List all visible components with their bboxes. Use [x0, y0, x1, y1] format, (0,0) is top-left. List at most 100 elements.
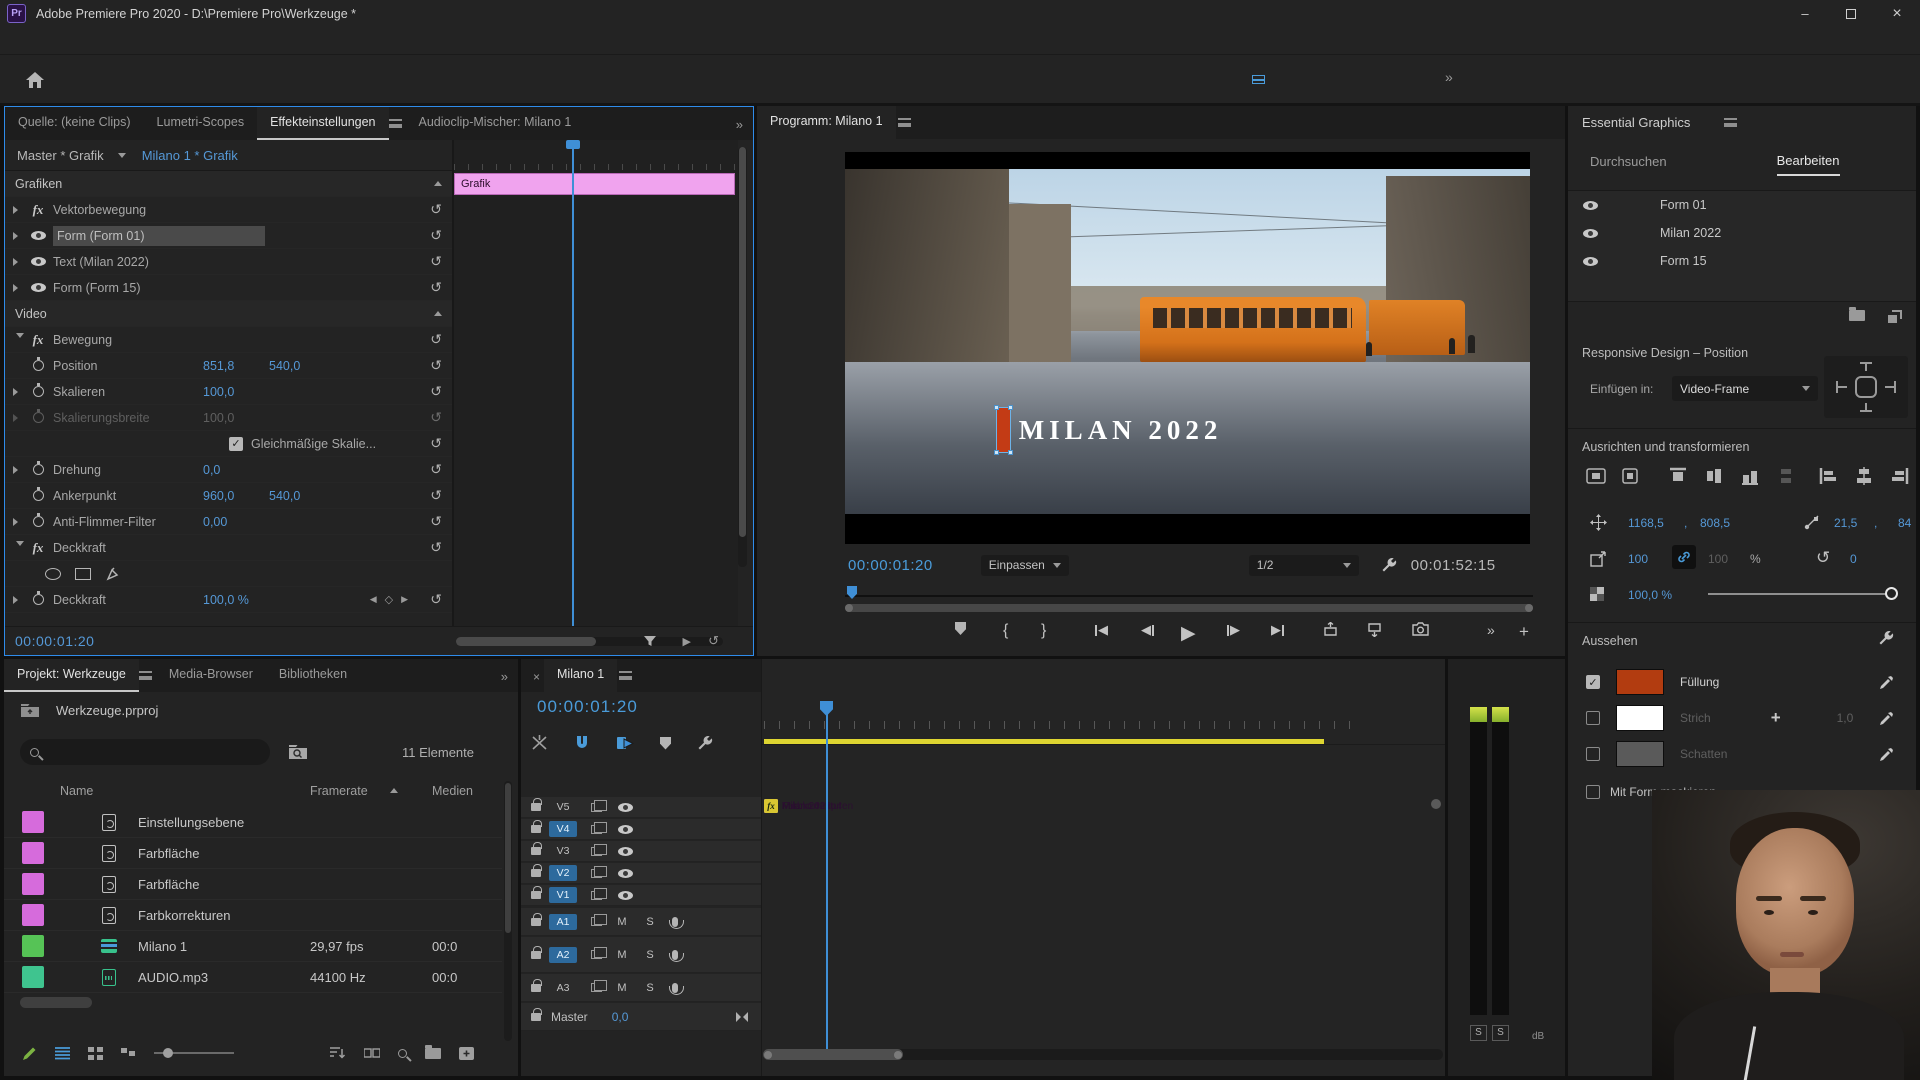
- timeline-ruler[interactable]: [762, 699, 1445, 745]
- source-patch-icon[interactable]: [591, 887, 607, 900]
- stopwatch-icon[interactable]: [32, 513, 44, 527]
- solo-right-button[interactable]: S: [1492, 1025, 1509, 1041]
- step-forward-icon[interactable]: ▶: [1227, 622, 1240, 638]
- project-item-row[interactable]: Farbfläche: [4, 838, 502, 869]
- lift-icon[interactable]: [1323, 622, 1338, 637]
- position-icon[interactable]: [1590, 514, 1607, 531]
- effect-vektorbewegung[interactable]: fx Vektorbewegung ↺: [5, 197, 452, 223]
- layer-visibility-icon[interactable]: [1582, 200, 1598, 210]
- reset-icon[interactable]: ↺: [430, 357, 442, 374]
- collapse-icon[interactable]: [434, 311, 442, 316]
- stopwatch-icon[interactable]: [32, 461, 44, 475]
- fit-dropdown[interactable]: Einpassen: [980, 554, 1069, 576]
- source-patch-icon[interactable]: [591, 980, 607, 992]
- search-input[interactable]: [20, 739, 270, 765]
- resolution-dropdown[interactable]: 1/2: [1248, 554, 1359, 576]
- label-color-swatch[interactable]: [22, 873, 44, 895]
- tab-program[interactable]: Programm: Milano 1: [757, 106, 896, 139]
- monitor-zoom-bar[interactable]: [845, 604, 1533, 612]
- twirl-icon[interactable]: [13, 595, 27, 604]
- folder-up-icon[interactable]: [20, 703, 40, 718]
- eg-anchor-y[interactable]: 84: [1898, 516, 1911, 530]
- program-scrubber[interactable]: [845, 586, 1533, 600]
- twirl-open-icon[interactable]: [16, 332, 24, 347]
- source-patch-icon[interactable]: [591, 947, 607, 959]
- reset-icon[interactable]: ↺: [430, 461, 442, 478]
- video-frame[interactable]: Milan 2022: [845, 152, 1530, 544]
- twirl-icon[interactable]: [13, 231, 27, 240]
- panel-title[interactable]: Essential Graphics: [1582, 115, 1690, 130]
- reset-icon[interactable]: ↺: [430, 227, 442, 244]
- scale-value[interactable]: 100,0: [203, 385, 269, 399]
- stopwatch-icon[interactable]: [32, 357, 44, 371]
- tab-source[interactable]: Quelle: (keine Clips): [5, 107, 144, 140]
- solo-button[interactable]: S: [642, 949, 658, 961]
- stopwatch-icon[interactable]: [32, 591, 44, 605]
- tab-lumetri-scopes[interactable]: Lumetri-Scopes: [144, 107, 258, 140]
- position-y-value[interactable]: 540,0: [269, 359, 335, 373]
- source-patch-icon[interactable]: [591, 843, 607, 856]
- search-in-bin-icon[interactable]: [288, 743, 308, 760]
- source-patch-icon[interactable]: [591, 865, 607, 878]
- reset-icon[interactable]: ↺: [430, 539, 442, 556]
- layer-visibility-icon[interactable]: [1582, 256, 1598, 266]
- timeline-track-area[interactable]: fx Milan 2022 fx Farbkorrekturen fx Mila…: [761, 659, 1445, 1076]
- panel-menu-icon[interactable]: [388, 119, 402, 128]
- list-view-icon[interactable]: [55, 1046, 70, 1060]
- timeline-clip[interactable]: fx: [762, 797, 782, 816]
- insert-into-dropdown[interactable]: Video-Frame: [1672, 376, 1818, 401]
- effect-bewegung[interactable]: fx Bewegung ↺: [5, 327, 452, 353]
- automate-sequence-icon[interactable]: [364, 1047, 380, 1059]
- lock-icon[interactable]: [531, 820, 542, 833]
- eg-opacity[interactable]: 100,0 %: [1628, 588, 1672, 602]
- twirl-icon[interactable]: [13, 413, 27, 422]
- reset-icon[interactable]: ↺: [430, 279, 442, 296]
- lock-icon[interactable]: [531, 945, 542, 959]
- responsive-pin-widget[interactable]: [1824, 356, 1908, 418]
- track-name[interactable]: A2: [549, 946, 577, 963]
- visibility-eye-icon[interactable]: [30, 257, 46, 266]
- reset-icon[interactable]: ↺: [430, 383, 442, 400]
- opacity-icon[interactable]: [1590, 587, 1604, 601]
- solo-left-button[interactable]: S: [1470, 1025, 1487, 1041]
- tab-projekt[interactable]: Projekt: Werkzeuge: [4, 659, 139, 692]
- column-media[interactable]: Medien: [432, 784, 473, 798]
- effect-controls-timeline[interactable]: Grafik: [452, 140, 738, 626]
- playhead-line[interactable]: [572, 140, 574, 626]
- project-item-row[interactable]: Milano 1 29,97 fps 00:0: [4, 931, 502, 962]
- appearance-wrench-icon[interactable]: [1878, 630, 1894, 646]
- toggle-track-output-icon[interactable]: [618, 846, 633, 856]
- voiceover-record-mic-icon[interactable]: [668, 949, 684, 962]
- label-color-swatch[interactable]: [22, 966, 44, 988]
- project-item-row[interactable]: Farbfläche: [4, 869, 502, 900]
- lock-icon[interactable]: [531, 886, 542, 899]
- settings-wrench-icon[interactable]: [1381, 557, 1397, 573]
- twirl-icon[interactable]: [13, 465, 27, 474]
- sequence-clip-label[interactable]: Milano 1 * Grafik: [142, 148, 238, 163]
- tab-bearbeiten[interactable]: Bearbeiten: [1776, 153, 1840, 176]
- twirl-icon[interactable]: [13, 257, 27, 266]
- freeform-view-icon[interactable]: [121, 1047, 136, 1060]
- reset-icon[interactable]: ↺: [430, 487, 442, 504]
- panel-menu-icon[interactable]: [897, 118, 911, 127]
- align-top-icon[interactable]: [1666, 464, 1690, 488]
- reset-icon[interactable]: ↺: [430, 513, 442, 530]
- layer-row[interactable]: Form 01: [1568, 191, 1916, 219]
- lock-icon[interactable]: [531, 1007, 542, 1021]
- rotation-icon[interactable]: ↺: [1816, 548, 1830, 568]
- panel-timecode[interactable]: 00:00:01:20: [15, 633, 94, 649]
- link-scale-icon[interactable]: [1672, 545, 1696, 569]
- lock-icon[interactable]: [531, 978, 542, 992]
- align-vertical-center-icon[interactable]: [1702, 464, 1726, 488]
- solo-button[interactable]: S: [642, 916, 658, 928]
- layer-visibility-icon[interactable]: [1582, 228, 1598, 238]
- export-frame-camera-icon[interactable]: [1412, 622, 1429, 636]
- stroke-checkbox[interactable]: [1586, 711, 1600, 725]
- extract-icon[interactable]: [1367, 622, 1382, 637]
- track-name[interactable]: A1: [549, 913, 577, 930]
- effect-form-15[interactable]: Form (Form 15) ↺: [5, 275, 452, 301]
- rect-mask-icon[interactable]: [75, 567, 91, 580]
- timeline-zoom-scrollbar[interactable]: [763, 1049, 1443, 1060]
- voiceover-record-mic-icon[interactable]: [668, 916, 684, 929]
- add-marker-icon[interactable]: [660, 736, 671, 750]
